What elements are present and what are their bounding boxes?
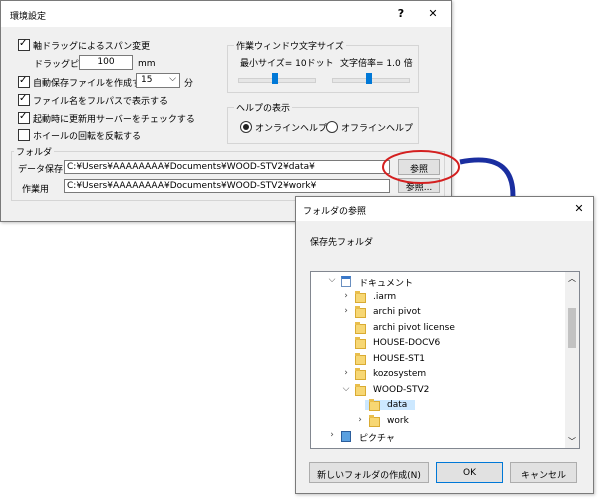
chevron-down-icon[interactable]: ⌵ [327, 275, 337, 285]
new-folder-button[interactable]: 新しいフォルダの作成(N) [309, 462, 429, 483]
tree-item-label: archi pivot [373, 307, 421, 317]
tree-item[interactable]: HOUSE-DOCV6 [311, 336, 565, 350]
tree-item-label: ドキュメント [359, 279, 414, 289]
chevron-down-icon[interactable]: ⌵ [341, 384, 351, 394]
tree-item[interactable]: › ピクチャ [311, 429, 565, 444]
folder-title-bar: フォルダの参照 ✕ [296, 197, 593, 221]
tree-item[interactable]: › kozosystem [311, 367, 565, 381]
scroll-up-icon[interactable]: ︿ [568, 273, 576, 284]
chevron-right-icon[interactable]: › [327, 430, 337, 440]
folder-tree[interactable]: ⌵ ドキュメント › .iarm › archi pivot archi pivot lic… [310, 271, 580, 449]
tree-item[interactable]: archi pivot license [311, 321, 565, 335]
tree-item[interactable]: data [311, 398, 565, 412]
tree-item-label: archi pivot license [373, 322, 455, 333]
tree-item-label: work [387, 415, 409, 426]
folder-icon [355, 337, 366, 349]
chevron-right-icon[interactable]: › [355, 415, 365, 425]
tree-item-label: kozosystem [373, 369, 427, 379]
folder-icon [369, 399, 380, 411]
folder-icon [355, 352, 366, 365]
chevron-right-icon[interactable]: › [341, 368, 351, 378]
folder-icon [355, 290, 366, 303]
chevron-right-icon[interactable]: › [341, 306, 351, 316]
pictures-icon [341, 431, 351, 442]
folder-browse-dialog: フォルダの参照 ✕ 保存先フォルダ ⌵ ドキュメント › .iarm › archi pi… [295, 196, 594, 494]
ok-button[interactable]: OK [436, 462, 503, 483]
tree-item[interactable]: › archi pivot [311, 305, 565, 319]
highlight-circle [382, 150, 460, 184]
tree-item-label: ピクチャ [359, 434, 395, 444]
close-icon[interactable]: ✕ [571, 201, 587, 217]
tree-item-label: .iarm [373, 291, 397, 302]
chevron-right-icon[interactable]: › [341, 291, 351, 301]
folder-prompt: 保存先フォルダ [310, 238, 374, 248]
folder-icon [369, 414, 380, 427]
tree-item[interactable]: HOUSE-ST1 [311, 352, 565, 366]
tree-item[interactable]: ⌵ WOOD-STV2 [311, 383, 565, 397]
documents-icon [341, 276, 351, 287]
scrollbar-thumb[interactable] [568, 308, 576, 348]
folder-icon [355, 306, 366, 318]
tree-item-label: HOUSE-ST1 [373, 353, 426, 364]
folder-icon [355, 383, 366, 396]
cancel-button[interactable]: キャンセル [510, 462, 577, 483]
folder-icon [355, 321, 366, 334]
tree-item[interactable]: ⌵ ドキュメント [311, 274, 565, 289]
tree-item[interactable]: › work [311, 414, 565, 428]
tree-item-label: WOOD-STV2 [373, 384, 430, 395]
tree-item[interactable]: › .iarm [311, 290, 565, 304]
tree-item-label: HOUSE-DOCV6 [373, 338, 441, 348]
folder-dialog-title: フォルダの参照 [303, 207, 367, 217]
folder-icon [355, 368, 366, 380]
scroll-down-icon[interactable]: ﹀ [568, 436, 576, 447]
tree-scrollbar[interactable]: ︿ ﹀ [565, 272, 579, 448]
